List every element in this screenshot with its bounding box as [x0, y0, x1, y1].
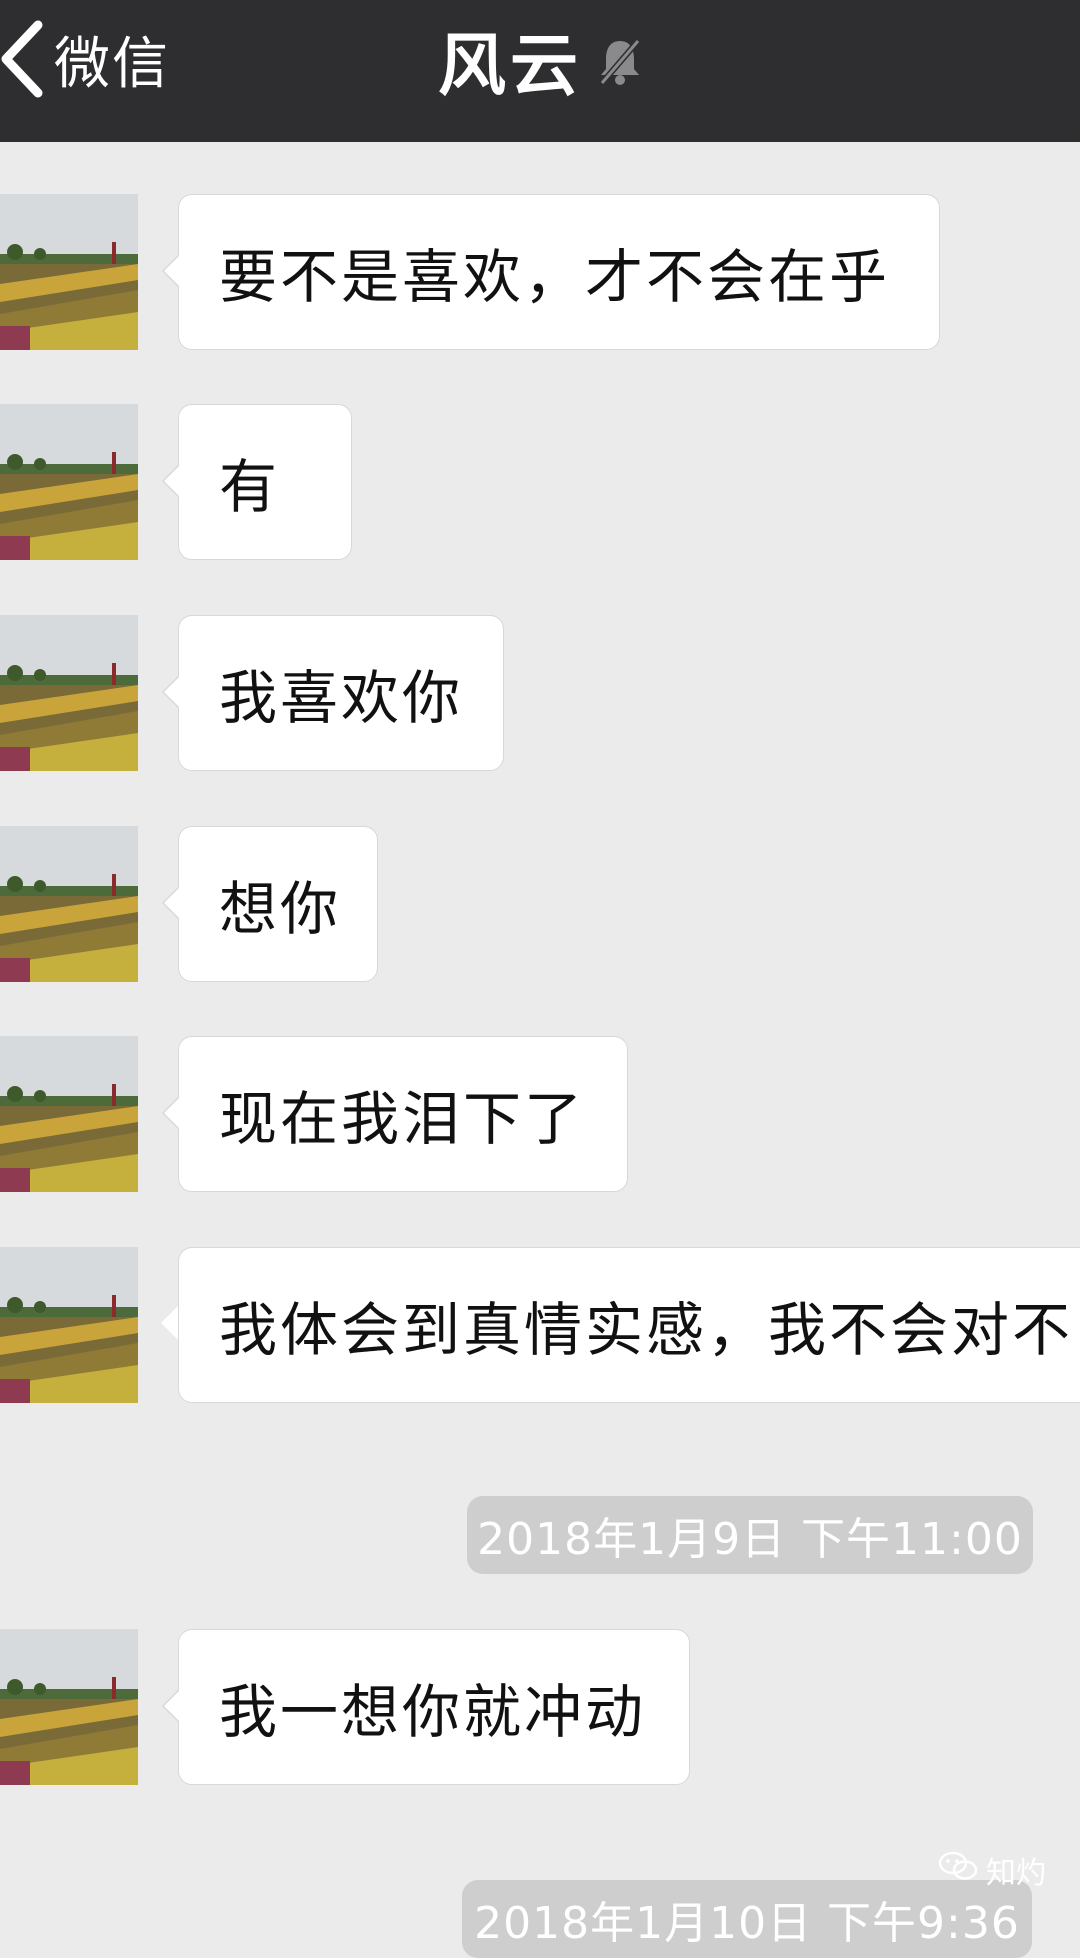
- chat-title: 风云: [437, 26, 582, 106]
- avatar[interactable]: [0, 194, 138, 350]
- avatar[interactable]: [0, 404, 138, 560]
- message-bubble[interactable]: 我体会到真情实感，我不会对不: [178, 1247, 1080, 1403]
- message-row: 我喜欢你: [0, 615, 1080, 771]
- message-bubble[interactable]: 有: [162, 404, 352, 560]
- message-bubble[interactable]: 我一想你就冲动: [162, 1629, 690, 1785]
- bell-slash-icon: [598, 37, 642, 91]
- message-text: 要不是喜欢，才不会在乎: [219, 243, 891, 311]
- message-text: 有: [219, 453, 281, 521]
- watermark-text: 知灼: [986, 1856, 1046, 1891]
- message-bubble[interactable]: 现在我泪下了: [162, 1036, 628, 1192]
- avatar[interactable]: [0, 826, 138, 982]
- bubble-tail: [161, 1306, 178, 1340]
- timestamp-text: 2018年1月10日 下午9:36: [474, 1898, 1020, 1949]
- title-area: 风云: [0, 0, 1080, 118]
- message-row: 想你: [0, 826, 1080, 982]
- timestamp-text: 2018年1月9日 下午11:00: [477, 1514, 1023, 1565]
- avatar[interactable]: [0, 615, 138, 771]
- avatar[interactable]: [0, 1629, 138, 1785]
- message-bubble[interactable]: 我喜欢你: [162, 615, 504, 771]
- avatar[interactable]: [0, 1247, 138, 1403]
- message-text: 我喜欢你: [219, 664, 464, 732]
- message-text: 现在我泪下了: [219, 1085, 586, 1153]
- navigation-bar: 微信 风云: [0, 0, 1080, 142]
- message-row: 我一想你就冲动: [0, 1629, 1080, 1785]
- message-bubble[interactable]: 要不是喜欢，才不会在乎: [162, 194, 940, 350]
- message-row: 有: [0, 404, 1080, 560]
- message-row: 要不是喜欢，才不会在乎: [0, 194, 1080, 350]
- avatar[interactable]: [0, 1036, 138, 1192]
- watermark: 知灼: [930, 1848, 1046, 1892]
- wechat-icon: [938, 1850, 978, 1890]
- timestamp: 2018年1月9日 下午11:00: [467, 1496, 1033, 1574]
- message-text: 我体会到真情实感，我不会对不: [219, 1296, 1074, 1364]
- message-text: 我一想你就冲动: [219, 1678, 647, 1746]
- message-text: 想你: [219, 875, 342, 943]
- message-row: 我体会到真情实感，我不会对不: [0, 1247, 1080, 1403]
- message-bubble[interactable]: 想你: [162, 826, 378, 982]
- message-row: 现在我泪下了: [0, 1036, 1080, 1192]
